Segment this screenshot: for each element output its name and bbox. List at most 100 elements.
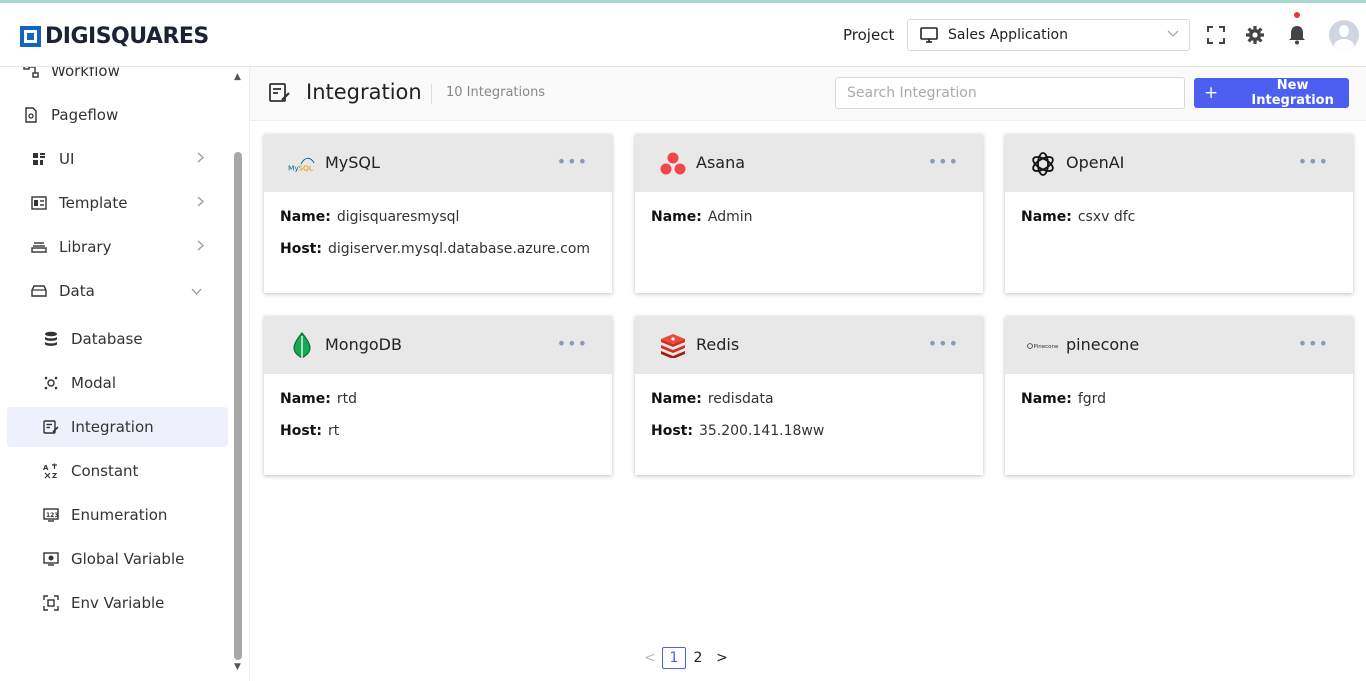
more-options-icon[interactable]: ••• (1298, 152, 1329, 171)
svg-text:Z: Z (52, 472, 57, 479)
name-value: rtd (336, 391, 357, 407)
pagination-next[interactable]: > (710, 647, 734, 669)
notification-dot (1294, 12, 1300, 18)
search-input[interactable] (835, 77, 1185, 109)
project-select-value: Sales Application (948, 27, 1068, 43)
svg-text:SQL: SQL (298, 164, 314, 173)
sidebar-item-data[interactable]: Data (31, 271, 228, 311)
avatar[interactable] (1329, 20, 1359, 50)
title-divider (431, 84, 432, 104)
ui-icon (31, 151, 47, 167)
scroll-up-arrow[interactable]: ▲ (234, 72, 241, 82)
host-label: Host: (651, 423, 693, 439)
monitor-icon (920, 27, 938, 43)
card-name-field: Name: Admin (651, 209, 967, 225)
database-icon (43, 331, 59, 347)
card-title: pinecone (1066, 335, 1140, 354)
card-title: Redis (696, 335, 740, 354)
name-label: Name: (1021, 209, 1072, 225)
enumeration-icon: 123 (43, 507, 59, 523)
brand-logo[interactable]: DIGISQUARES (20, 24, 209, 49)
name-label: Name: (280, 391, 331, 407)
chevron-right-icon (197, 196, 204, 210)
sidebar-item-workflow[interactable]: Workflow (23, 67, 244, 91)
card-host-field: Host: 35.200.141.18ww (651, 423, 967, 439)
card-body: Name: digisquaresmysql Host: digiserver.my… (264, 192, 612, 290)
chevron-right-icon (197, 152, 204, 166)
card-header: MongoDB ••• (264, 316, 612, 374)
sidebar-item-label: Database (71, 330, 143, 348)
constant-icon: AZ (43, 463, 59, 479)
modal-icon (43, 375, 59, 391)
sidebar-item-constant[interactable]: AZ Constant (43, 451, 228, 491)
sidebar-item-label: Constant (71, 462, 139, 480)
plus-icon: + (1204, 83, 1219, 103)
more-options-icon[interactable]: ••• (1298, 334, 1329, 353)
main-content: Integration 10 Integrations + New Integr… (250, 67, 1366, 681)
chevron-right-icon (197, 240, 204, 254)
sidebar-item-template[interactable]: Template (31, 183, 228, 223)
sidebar-item-library[interactable]: Library (31, 227, 228, 267)
sidebar-item-label: UI (59, 150, 75, 168)
name-value: redisdata (707, 391, 774, 407)
sidebar-item-label: Workflow (51, 67, 120, 80)
pagination-page-1[interactable]: 1 (662, 647, 686, 669)
sidebar-item-modal[interactable]: Modal (43, 363, 228, 403)
more-options-icon[interactable]: ••• (928, 334, 959, 353)
card-title: Asana (696, 153, 746, 172)
integration-card-mongodb[interactable]: MongoDB ••• Name: rtd Host: rt (264, 316, 612, 475)
sidebar-item-integration[interactable]: Integration (7, 407, 228, 447)
card-body: Name: Admin (635, 192, 983, 258)
card-body: Name: fgrd (1005, 374, 1353, 440)
name-value: fgrd (1077, 391, 1107, 407)
sidebar-item-pageflow[interactable]: Pageflow (23, 95, 244, 135)
pagination-page-2[interactable]: 2 (686, 647, 710, 669)
app-header: DIGISQUARES Project Sales Application (0, 3, 1366, 67)
bell-icon[interactable] (1287, 25, 1307, 45)
fullscreen-icon[interactable] (1206, 25, 1226, 45)
sidebar-item-enumeration[interactable]: 123 Enumeration (43, 495, 228, 535)
card-name-field: Name: digisquaresmysql (280, 209, 596, 225)
name-label: Name: (651, 209, 702, 225)
page-title: Integration (306, 80, 422, 104)
more-options-icon[interactable]: ••• (928, 152, 959, 171)
sidebar-item-global-variable[interactable]: Global Variable (43, 539, 228, 579)
mysql-logo-icon: My SQL (288, 150, 316, 178)
sidebar-item-database[interactable]: Database (43, 319, 228, 359)
brand-name: DIGISQUARES (45, 24, 209, 49)
integration-card-asana[interactable]: Asana ••• Name: Admin (635, 134, 983, 293)
pagination: < 1 2 > (638, 647, 734, 669)
more-options-icon[interactable]: ••• (557, 152, 588, 171)
sidebar-scrollbar[interactable] (234, 152, 242, 660)
integration-card-mysql[interactable]: My SQL MySQL ••• Name: digisquaresmysql Ho… (264, 134, 612, 293)
card-title: MySQL (325, 153, 380, 172)
sidebar-item-label: Template (59, 194, 128, 212)
data-icon (31, 283, 47, 299)
scroll-down-arrow[interactable]: ▼ (234, 662, 241, 672)
sidebar-item-ui[interactable]: UI (31, 139, 228, 179)
integration-card-openai[interactable]: OpenAI ••• Name: csxv dfc (1005, 134, 1353, 293)
project-select[interactable]: Sales Application (907, 19, 1190, 51)
asana-logo-icon (659, 150, 687, 178)
brand-mark-icon (20, 26, 41, 47)
card-header: My SQL MySQL ••• (264, 134, 612, 192)
integration-card-redis[interactable]: Redis ••• Name: redisdata Host: 35.200.141… (635, 316, 983, 475)
sidebar-item-env-variable[interactable]: Env Variable (43, 583, 228, 623)
more-options-icon[interactable]: ••• (557, 334, 588, 353)
integration-icon (269, 83, 291, 107)
new-integration-button[interactable]: + New Integration (1194, 78, 1349, 108)
gear-icon[interactable] (1245, 25, 1265, 45)
card-body: Name: csxv dfc (1005, 192, 1353, 258)
template-icon (31, 195, 47, 211)
workflow-icon (23, 67, 39, 79)
card-name-field: Name: fgrd (1021, 391, 1337, 407)
host-value: digiserver.mysql.database.azure.com (327, 241, 591, 257)
name-value: digisquaresmysql (336, 209, 460, 225)
host-label: Host: (280, 423, 322, 439)
integration-icon (43, 419, 59, 435)
card-host-field: Host: rt (280, 423, 596, 439)
mongodb-logo-icon (288, 332, 316, 360)
pagination-prev[interactable]: < (638, 647, 662, 669)
integration-card-pinecone[interactable]: Pinecone pinecone ••• Name: fgrd (1005, 316, 1353, 475)
name-label: Name: (651, 391, 702, 407)
